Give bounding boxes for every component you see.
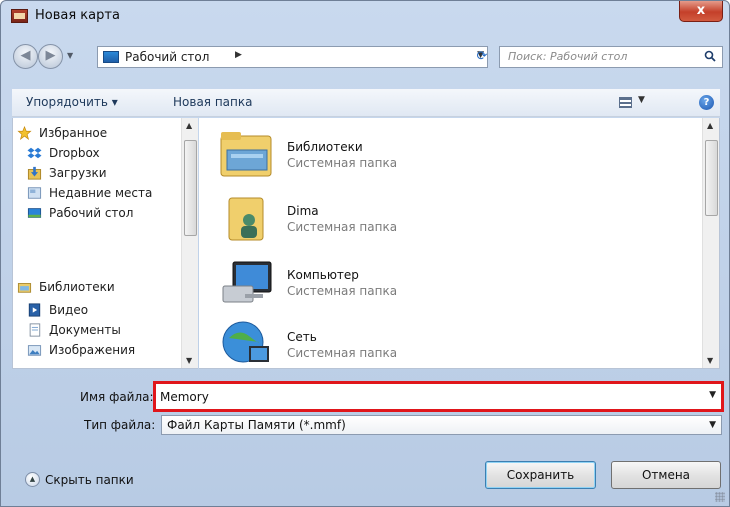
address-bar-row: ◀ ▶ ▼ Рабочий стол ▶ ▼ ⟳ Поиск: Рабочий … bbox=[1, 31, 729, 89]
sidebar-item-label: Dropbox bbox=[49, 146, 100, 160]
filetype-value: Файл Карты Памяти (*.mmf) bbox=[167, 418, 346, 432]
address-bar[interactable]: Рабочий стол ▶ ▼ bbox=[97, 46, 488, 68]
sidebar-item-label: Недавние места bbox=[49, 186, 153, 200]
filename-label: Имя файла: bbox=[80, 390, 154, 404]
scroll-down-icon[interactable]: ▼ bbox=[707, 356, 713, 365]
scroll-thumb[interactable] bbox=[184, 140, 197, 236]
filetype-label: Тип файла: bbox=[84, 418, 156, 432]
search-box[interactable]: Поиск: Рабочий стол bbox=[499, 46, 723, 68]
file-item-computer[interactable]: Компьютер Системная папка bbox=[219, 256, 519, 314]
title-bar: Новая карта x bbox=[1, 1, 729, 31]
file-type: Системная папка bbox=[287, 220, 398, 234]
search-icon[interactable] bbox=[704, 50, 716, 62]
user-folder-icon bbox=[228, 197, 264, 241]
recent-locations-dropdown-icon[interactable]: ▼ bbox=[67, 51, 73, 60]
desktop-icon bbox=[103, 51, 119, 63]
close-button[interactable]: x bbox=[679, 1, 723, 22]
command-toolbar: Упорядочить ▾ Новая папка ▼ ? bbox=[12, 89, 720, 117]
scroll-up-icon[interactable]: ▲ bbox=[186, 121, 192, 130]
window-title: Новая карта bbox=[35, 8, 120, 23]
scroll-up-icon[interactable]: ▲ bbox=[707, 121, 713, 130]
downloads-icon bbox=[27, 166, 42, 180]
view-options-icon[interactable] bbox=[619, 97, 632, 108]
file-name: Dima bbox=[287, 204, 319, 218]
save-button[interactable]: Сохранить bbox=[485, 461, 596, 489]
sidebar-item-label: Видео bbox=[49, 303, 89, 317]
file-list-pane: Библиотеки Системная папка Dima Системна… bbox=[199, 118, 720, 369]
network-icon bbox=[222, 321, 269, 363]
file-item-network[interactable]: Сеть Системная папка bbox=[219, 318, 519, 368]
documents-icon bbox=[29, 323, 41, 337]
libraries-icon bbox=[17, 283, 32, 293]
file-name: Компьютер bbox=[287, 268, 359, 282]
filename-input[interactable] bbox=[160, 387, 706, 406]
file-name: Библиотеки bbox=[287, 140, 363, 154]
filename-highlight: ▼ bbox=[153, 381, 724, 412]
address-breadcrumb[interactable]: Рабочий стол bbox=[125, 50, 209, 64]
filetype-select[interactable]: Файл Карты Памяти (*.mmf) ▼ bbox=[161, 415, 722, 435]
sidebar-item-label: Загрузки bbox=[49, 166, 107, 180]
filetype-dropdown-icon[interactable]: ▼ bbox=[709, 420, 716, 430]
filename-dropdown-icon[interactable]: ▼ bbox=[709, 390, 716, 400]
sidebar-item-label: Рабочий стол bbox=[49, 206, 134, 220]
video-icon bbox=[28, 303, 41, 317]
chevron-up-icon[interactable]: ▲ bbox=[25, 472, 40, 487]
scroll-down-icon[interactable]: ▼ bbox=[186, 356, 192, 365]
map-app-icon bbox=[11, 9, 28, 23]
navigation-pane: Избранное Dropbox Загрузки Недавние мест… bbox=[12, 118, 198, 369]
new-folder-button[interactable]: Новая папка bbox=[173, 95, 252, 109]
resize-grip-icon[interactable] bbox=[715, 492, 725, 502]
search-input[interactable]: Поиск: Рабочий стол bbox=[508, 50, 627, 63]
sidebar-item-label: Документы bbox=[49, 323, 121, 337]
back-button[interactable]: ◀ bbox=[13, 44, 38, 69]
sidebar-item-label: Изображения bbox=[49, 343, 136, 357]
file-name: Сеть bbox=[287, 330, 317, 344]
dropbox-icon bbox=[27, 147, 42, 159]
scroll-thumb[interactable] bbox=[705, 140, 718, 216]
recent-places-icon bbox=[27, 187, 42, 199]
save-dialog-window: Новая карта x ◀ ▶ ▼ Рабочий стол ▶ ▼ ⟳ П… bbox=[0, 0, 730, 507]
desktop-icon bbox=[27, 208, 42, 218]
sidebar-item-label: Библиотеки bbox=[39, 280, 115, 294]
file-type: Системная папка bbox=[287, 284, 398, 298]
refresh-icon[interactable]: ⟳ bbox=[469, 46, 495, 68]
breadcrumb-chevron-icon[interactable]: ▶ bbox=[235, 50, 242, 60]
hide-folders-label: Скрыть папки bbox=[45, 473, 134, 487]
organize-menu-button[interactable]: Упорядочить ▾ bbox=[26, 95, 118, 109]
navigation-pane-scrollbar[interactable]: ▲ ▼ bbox=[181, 118, 198, 368]
libraries-folder-icon bbox=[220, 132, 272, 177]
star-icon bbox=[17, 126, 32, 140]
help-icon[interactable]: ? bbox=[699, 95, 714, 110]
file-item-libraries[interactable]: Библиотеки Системная папка bbox=[219, 128, 519, 186]
file-type: Системная папка bbox=[287, 156, 398, 170]
sidebar-item-label: Избранное bbox=[39, 126, 108, 140]
pictures-icon bbox=[27, 345, 42, 356]
forward-button[interactable]: ▶ bbox=[38, 44, 63, 69]
file-item-dima[interactable]: Dima Системная папка bbox=[219, 192, 519, 250]
file-list-scrollbar[interactable]: ▲ ▼ bbox=[702, 118, 719, 368]
view-dropdown-icon[interactable]: ▼ bbox=[638, 95, 645, 105]
cancel-button[interactable]: Отмена bbox=[611, 461, 721, 489]
computer-icon bbox=[222, 261, 272, 303]
file-type: Системная папка bbox=[287, 346, 398, 360]
